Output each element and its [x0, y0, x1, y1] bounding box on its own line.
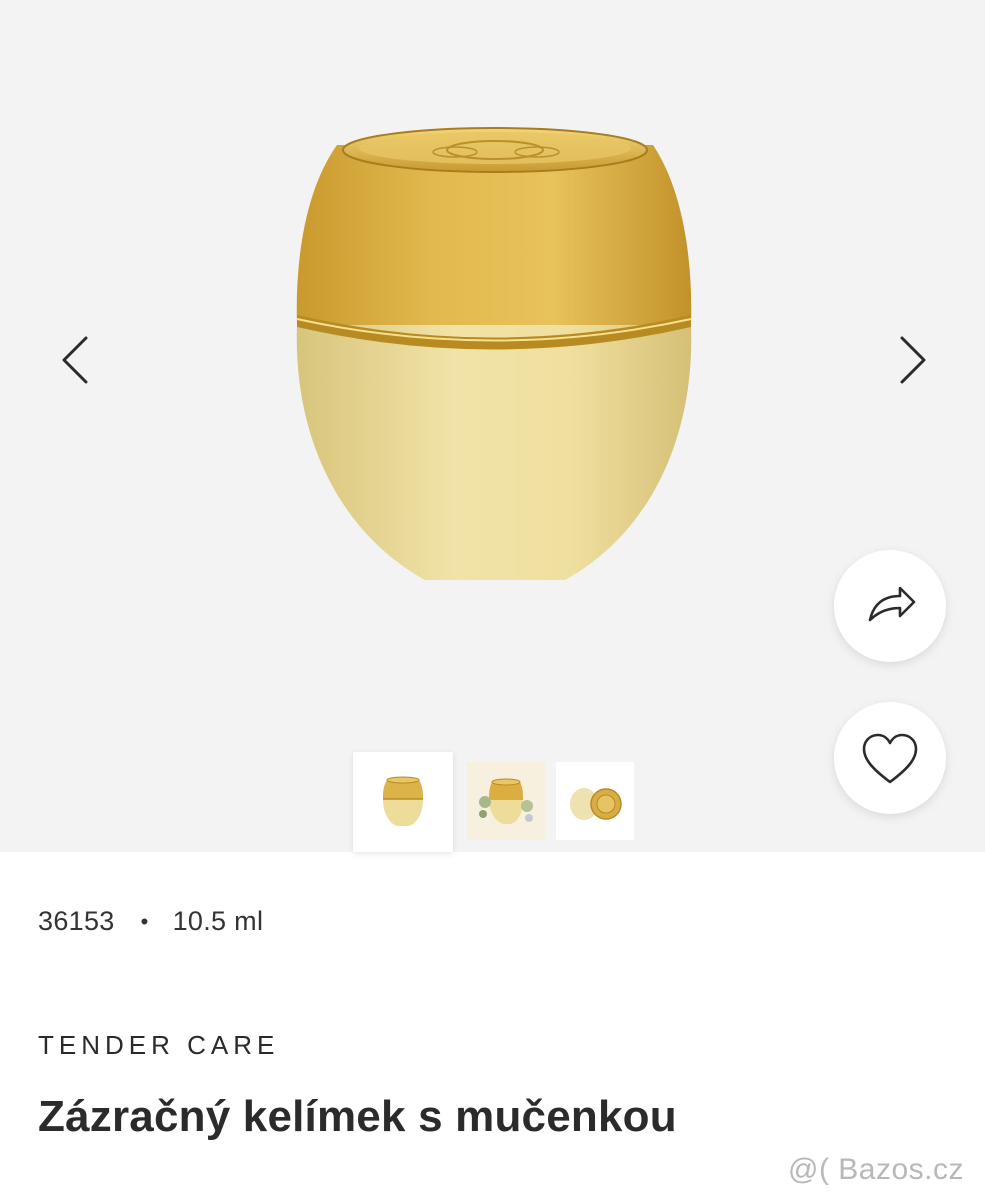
chevron-left-icon	[62, 336, 88, 384]
product-meta: 36153 • 10.5 ml	[38, 906, 263, 937]
share-button[interactable]	[834, 550, 946, 662]
thumbnail-1[interactable]	[353, 752, 453, 852]
product-gallery	[0, 0, 985, 852]
product-brand: TENDER CARE	[38, 1030, 280, 1060]
next-image-button[interactable]	[882, 330, 942, 390]
chevron-right-icon	[900, 336, 926, 384]
product-image	[296, 127, 692, 580]
thumbnail-2[interactable]	[467, 762, 545, 840]
favorite-button[interactable]	[834, 702, 946, 814]
thumbnail-jar-image	[383, 776, 423, 826]
product-title: Zázračný kelímek s mučenkou	[38, 1092, 677, 1141]
product-code: 36153	[38, 906, 115, 936]
thumbnail-jar-open-image	[570, 788, 622, 820]
heart-outline-icon	[862, 733, 918, 784]
share-arrow-icon	[868, 586, 916, 622]
thumbnail-3[interactable]	[556, 762, 634, 840]
product-volume: 10.5 ml	[172, 906, 264, 936]
meta-separator: •	[140, 908, 149, 934]
prev-image-button[interactable]	[48, 330, 108, 390]
thumbnail-jar-flowers-image	[479, 778, 533, 824]
watermark: @( Bazos.cz	[788, 1153, 964, 1186]
